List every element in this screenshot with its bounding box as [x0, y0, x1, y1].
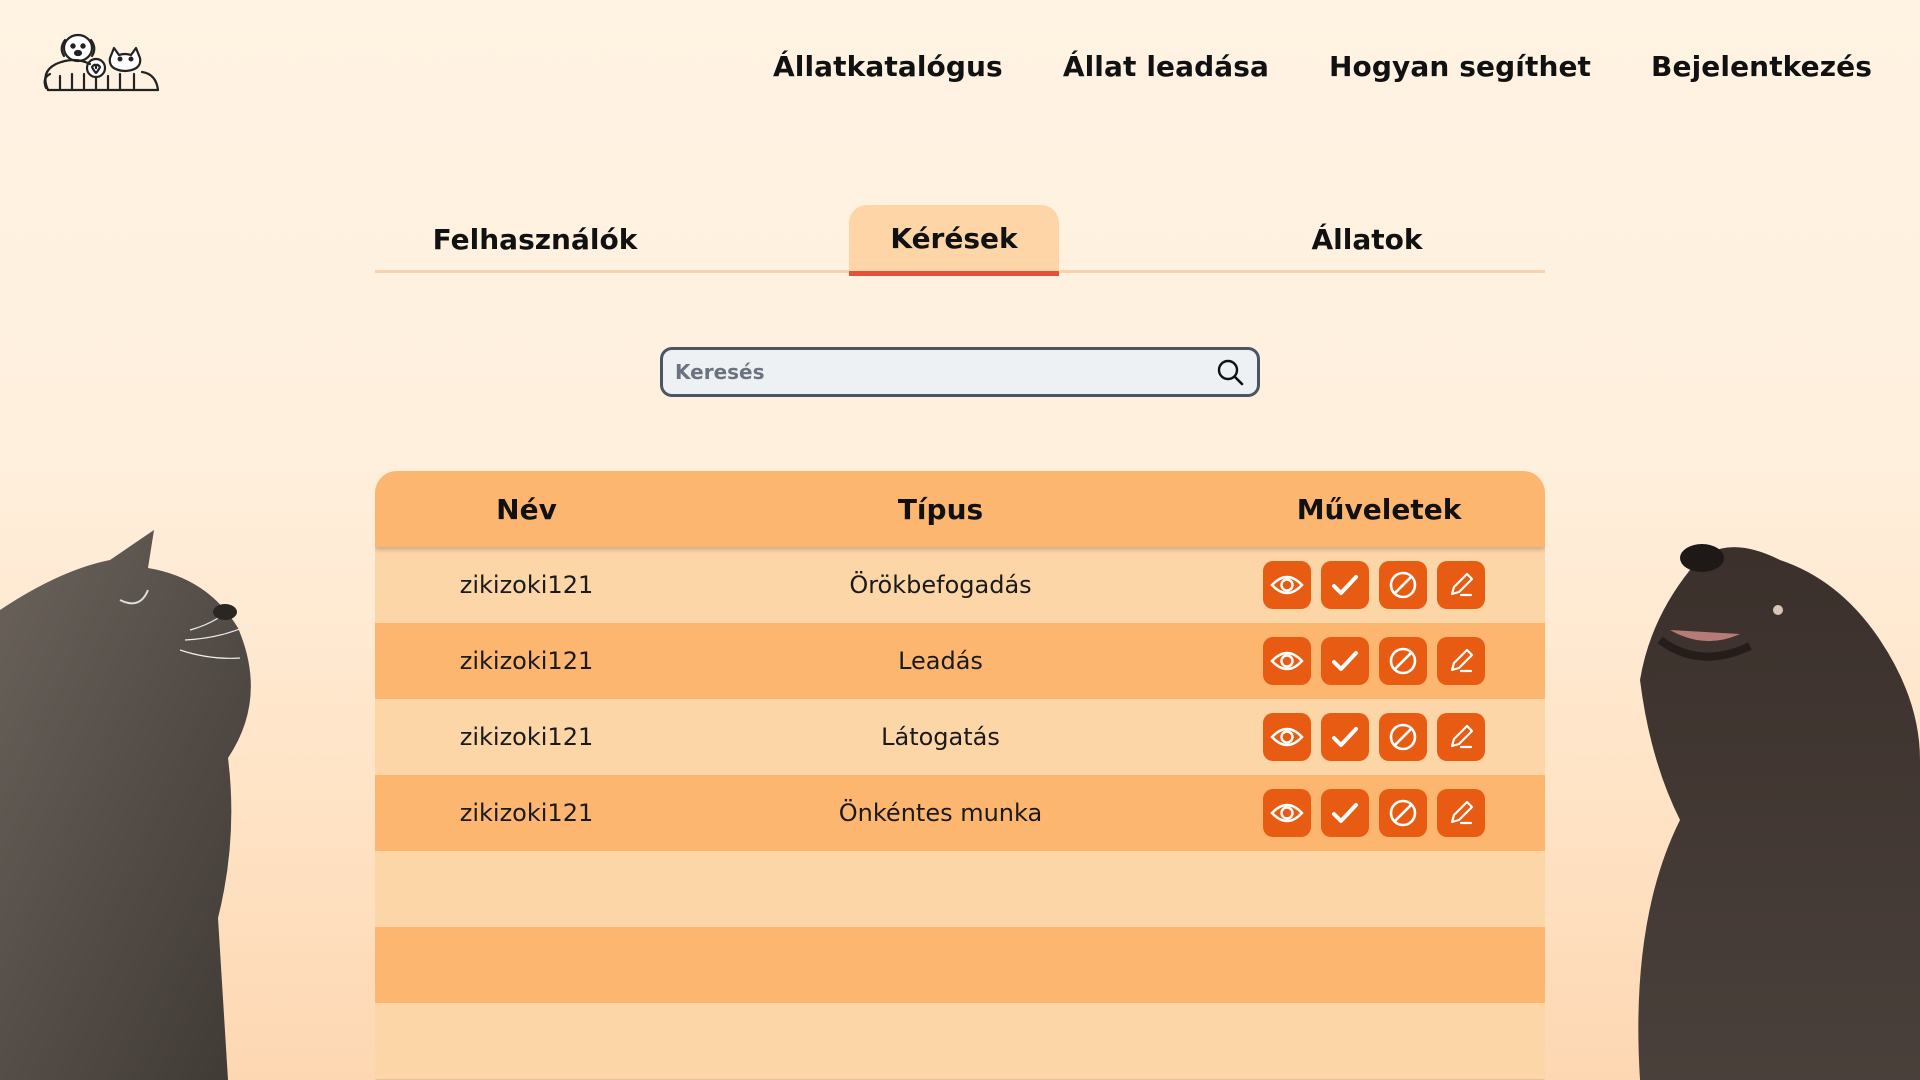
cat-image: [0, 530, 256, 1080]
nav-link-login[interactable]: Bejelentkezés: [1651, 50, 1872, 83]
ban-icon: [1385, 795, 1421, 831]
search-bar: [660, 347, 1260, 397]
table-row: zikizoki121 Örökbefogadás: [375, 547, 1545, 623]
pencil-icon: [1443, 643, 1479, 679]
cell-name: zikizoki121: [459, 647, 594, 675]
pencil-icon: [1443, 719, 1479, 755]
tab-requests[interactable]: Kérések: [849, 205, 1059, 276]
table-row: zikizoki121 Önkéntes munka: [375, 775, 1545, 851]
view-button[interactable]: [1263, 713, 1311, 761]
requests-table: Név Típus Műveletek zikizoki121 Örökbefog…: [375, 471, 1545, 1080]
reject-button[interactable]: [1379, 789, 1427, 837]
cell-name: zikizoki121: [459, 799, 594, 827]
cell-type: Örökbefogadás: [849, 571, 1032, 599]
approve-button[interactable]: [1321, 637, 1369, 685]
table-row: zikizoki121 Leadás: [375, 623, 1545, 699]
cell-actions: [1203, 637, 1545, 685]
cell-type: Látogatás: [881, 723, 1000, 751]
eye-icon: [1269, 567, 1305, 603]
nav-link-how-to-help[interactable]: Hogyan segíthet: [1329, 50, 1591, 83]
view-button[interactable]: [1263, 561, 1311, 609]
table-row: zikizoki121 Látogatás: [375, 699, 1545, 775]
admin-tabs: Felhasználók Kérések Állatok: [375, 205, 1545, 276]
edit-button[interactable]: [1437, 637, 1485, 685]
ban-icon: [1385, 567, 1421, 603]
approve-button[interactable]: [1321, 789, 1369, 837]
tab-animals[interactable]: Állatok: [1257, 205, 1477, 273]
eye-icon: [1269, 643, 1305, 679]
approve-button[interactable]: [1321, 561, 1369, 609]
table-row: [375, 851, 1545, 927]
tab-users[interactable]: Felhasználók: [433, 205, 638, 273]
search-input[interactable]: [675, 360, 1215, 384]
nav-link-animal-catalog[interactable]: Állatkatalógus: [773, 50, 1003, 83]
nav-link-surrender-animal[interactable]: Állat leadása: [1063, 50, 1269, 83]
check-icon: [1327, 719, 1363, 755]
edit-button[interactable]: [1437, 713, 1485, 761]
reject-button[interactable]: [1379, 637, 1427, 685]
cell-actions: [1203, 789, 1545, 837]
column-header-type: Típus: [897, 492, 984, 526]
table-row: [375, 1003, 1545, 1079]
column-header-actions: Műveletek: [1296, 492, 1462, 526]
cell-actions: [1203, 561, 1545, 609]
cell-type: Önkéntes munka: [838, 799, 1043, 827]
dog-image: [1638, 544, 1920, 1080]
table-header: Név Típus Műveletek: [375, 471, 1545, 547]
view-button[interactable]: [1263, 789, 1311, 837]
edit-button[interactable]: [1437, 789, 1485, 837]
reject-button[interactable]: [1379, 561, 1427, 609]
eye-icon: [1269, 719, 1305, 755]
pencil-icon: [1443, 795, 1479, 831]
reject-button[interactable]: [1379, 713, 1427, 761]
eye-icon: [1269, 795, 1305, 831]
table-body: zikizoki121 Örökbefogadás zikizoki121 Leadá…: [375, 547, 1545, 1079]
ban-icon: [1385, 719, 1421, 755]
logo[interactable]: [38, 28, 166, 96]
column-header-name: Név: [496, 492, 557, 526]
table-row: [375, 927, 1545, 1003]
check-icon: [1327, 795, 1363, 831]
cell-actions: [1203, 713, 1545, 761]
pencil-icon: [1443, 567, 1479, 603]
cell-name: zikizoki121: [459, 571, 594, 599]
view-button[interactable]: [1263, 637, 1311, 685]
cell-name: zikizoki121: [459, 723, 594, 751]
edit-button[interactable]: [1437, 561, 1485, 609]
ban-icon: [1385, 643, 1421, 679]
approve-button[interactable]: [1321, 713, 1369, 761]
search-icon[interactable]: [1215, 357, 1245, 387]
cell-type: Leadás: [898, 647, 983, 675]
main-nav: Állatkatalógus Állat leadása Hogyan segí…: [773, 46, 1872, 86]
check-icon: [1327, 567, 1363, 603]
check-icon: [1327, 643, 1363, 679]
